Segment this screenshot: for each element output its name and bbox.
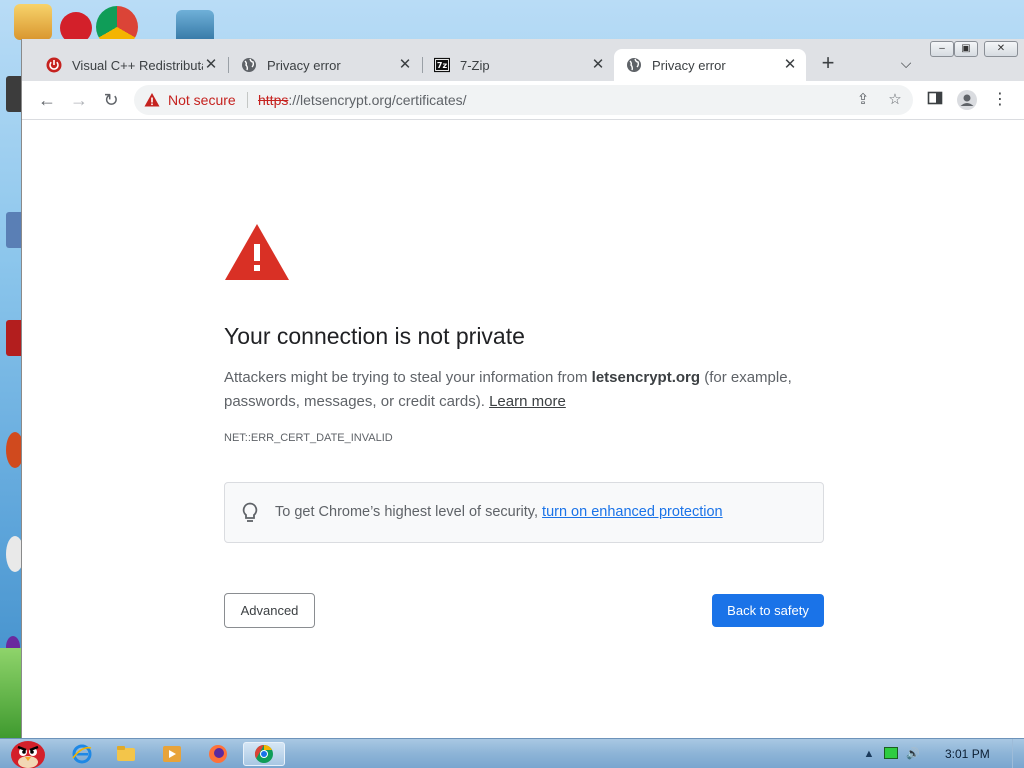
omnibox-divider (247, 92, 248, 108)
taskbar-ie-icon[interactable] (64, 742, 100, 766)
minimize-button[interactable]: – (930, 41, 954, 57)
svg-text:7z: 7z (437, 61, 448, 70)
tab-7zip[interactable]: 7z 7-Zip ✕ (422, 49, 614, 81)
close-window-button[interactable]: ✕ (984, 41, 1018, 57)
tip-text: To get Chrome’s highest level of securit… (275, 504, 723, 520)
site-domain: letsencrypt.org (591, 369, 701, 386)
tab-privacy-error-active[interactable]: Privacy error ✕ (614, 49, 806, 81)
not-secure-label[interactable]: Not secure (168, 92, 236, 108)
browser-toolbar: ← → ↻ Not secure https://letsencrypt.org… (22, 81, 1024, 119)
back-arrow-icon[interactable]: ← (36, 89, 58, 111)
profile-avatar-icon[interactable] (957, 90, 977, 110)
taskbar: ▲ 🔊 3:01 PM (0, 738, 1024, 768)
warning-triangle-icon (225, 224, 289, 280)
description-prefix: Attackers might be trying to steal your … (224, 369, 592, 386)
tray-chevron-icon[interactable]: ▲ (862, 747, 876, 761)
battery-icon[interactable] (884, 747, 898, 761)
ie-glyph (72, 744, 92, 764)
battery-glyph (884, 747, 898, 759)
maximize-button[interactable]: ▣ (954, 41, 978, 57)
error-code[interactable]: NET::ERR_CERT_DATE_INVALID (224, 432, 393, 444)
volume-icon[interactable]: 🔊 (906, 747, 920, 761)
url-scheme: https (258, 92, 289, 108)
browser-window: Visual C++ Redistributable ✕ Privacy err… (21, 39, 1024, 738)
close-icon[interactable]: ✕ (203, 57, 219, 73)
taskbar-chrome-icon[interactable] (243, 742, 285, 766)
close-icon[interactable]: ✕ (782, 57, 798, 73)
tab-title: Privacy error (652, 57, 726, 73)
back-to-safety-button[interactable]: Back to safety (712, 594, 824, 627)
desktop-folder-icon[interactable] (14, 4, 52, 40)
firefox-glyph (209, 745, 227, 763)
start-button-angry-bird-icon[interactable] (4, 735, 48, 768)
taskbar-clock[interactable]: 3:01 PM (945, 747, 990, 761)
reload-icon[interactable]: ↻ (100, 89, 122, 111)
chrome-glyph (254, 745, 273, 763)
7zip-icon: 7z (434, 57, 450, 73)
enhanced-protection-tip: To get Chrome’s highest level of securit… (224, 482, 824, 543)
warning-triangle-icon (144, 93, 160, 107)
show-desktop-button[interactable] (1012, 739, 1024, 768)
forward-arrow-icon[interactable]: → (68, 89, 90, 111)
globe-icon (627, 58, 641, 72)
address-bar[interactable]: Not secure https://letsencrypt.org/certi… (134, 85, 913, 115)
error-page: Your connection is not private Attackers… (22, 120, 1024, 738)
new-tab-button[interactable]: + (817, 52, 839, 75)
tab-visual-cpp[interactable]: Visual C++ Redistributable ✕ (34, 49, 227, 81)
taskbar-firefox-icon[interactable] (200, 742, 236, 766)
power-red-icon (46, 57, 62, 73)
tab-title: Visual C++ Redistributable (72, 57, 203, 73)
share-icon[interactable]: ⇪ (854, 91, 872, 109)
url-text[interactable]: https://letsencrypt.org/certificates/ (258, 92, 467, 108)
learn-more-link[interactable]: Learn more (489, 393, 566, 410)
page-title: Your connection is not private (224, 323, 525, 349)
lightbulb-icon (242, 502, 258, 522)
side-panel-glyph (927, 91, 943, 105)
tab-strip: Visual C++ Redistributable ✕ Privacy err… (22, 39, 1024, 81)
close-icon[interactable]: ✕ (397, 57, 413, 73)
enhanced-protection-link[interactable]: turn on enhanced protection (542, 504, 723, 520)
media-glyph (163, 746, 181, 762)
advanced-button[interactable]: Advanced (224, 593, 315, 628)
tab-title: Privacy error (267, 57, 341, 73)
close-icon[interactable]: ✕ (590, 57, 606, 73)
tab-privacy-error[interactable]: Privacy error ✕ (229, 49, 421, 81)
url-path: ://letsencrypt.org/certificates/ (288, 92, 467, 108)
taskbar-media-player-icon[interactable] (154, 742, 190, 766)
folder-glyph (117, 746, 135, 761)
tab-search-chevron-icon[interactable]: ⌵ (896, 55, 916, 75)
avatar-glyph (957, 90, 977, 110)
menu-kebab-icon[interactable]: ⋮ (990, 90, 1010, 110)
tip-prefix: To get Chrome’s highest level of securit… (275, 504, 543, 520)
tab-title: 7-Zip (460, 57, 490, 73)
side-panel-icon[interactable] (925, 90, 945, 110)
globe-icon (242, 58, 256, 72)
taskbar-explorer-icon[interactable] (108, 742, 144, 766)
bookmark-star-icon[interactable]: ☆ (886, 91, 904, 109)
error-description: Attackers might be trying to steal your … (224, 366, 824, 414)
